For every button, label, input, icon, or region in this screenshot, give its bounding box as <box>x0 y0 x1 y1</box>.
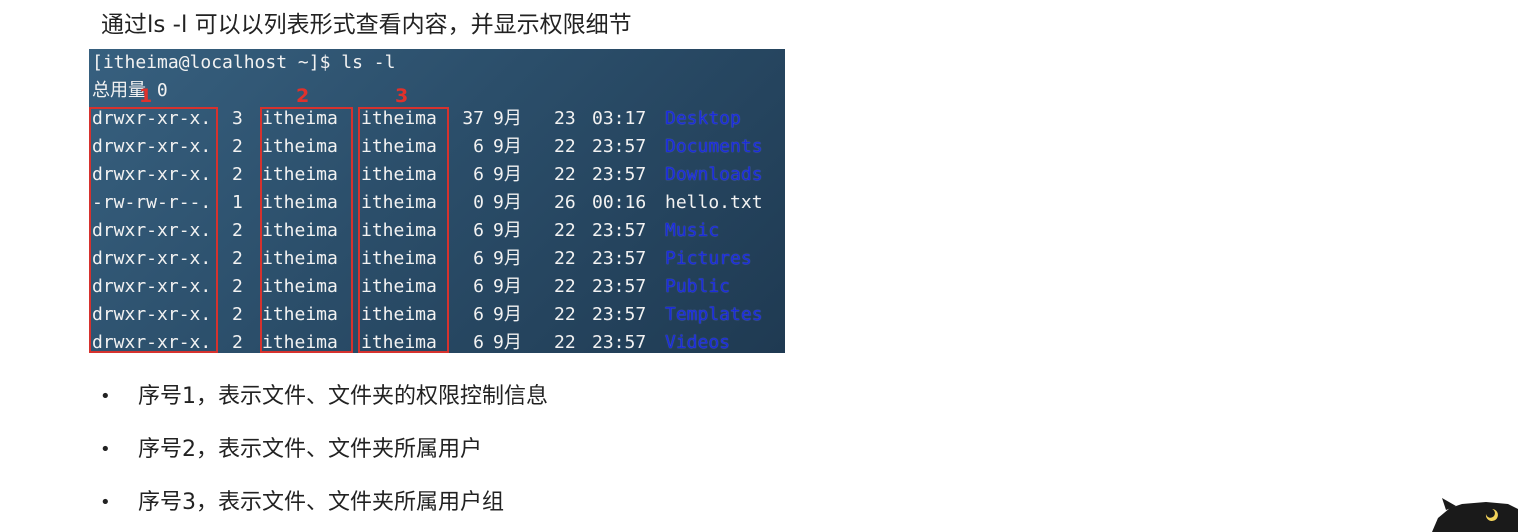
modified-time: 03:17 <box>592 108 647 129</box>
link-count: 2 <box>232 304 243 325</box>
modified-day: 22 <box>554 304 576 325</box>
terminal-screenshot: [itheima@localhost ~]$ ls -l 总用量 0 drwxr… <box>89 49 785 353</box>
marker-2: 2 <box>296 85 310 107</box>
highlight-box-user <box>260 107 353 353</box>
link-count: 2 <box>232 164 243 185</box>
modified-day: 22 <box>554 164 576 185</box>
mascot-icon <box>1432 498 1518 532</box>
modified-month: 9月 <box>493 164 522 185</box>
modified-time: 23:57 <box>592 164 647 185</box>
modified-time: 23:57 <box>592 304 647 325</box>
file-name: Desktop <box>665 108 741 129</box>
modified-time: 23:57 <box>592 332 647 353</box>
link-count: 2 <box>232 332 243 353</box>
file-size: 0 <box>473 192 484 213</box>
modified-day: 22 <box>554 332 576 353</box>
file-size: 6 <box>473 304 484 325</box>
file-size: 6 <box>473 332 484 353</box>
link-count: 2 <box>232 136 243 157</box>
file-size: 37 <box>462 108 484 129</box>
modified-month: 9月 <box>493 276 522 297</box>
modified-month: 9月 <box>493 248 522 269</box>
modified-time: 23:57 <box>592 276 647 297</box>
link-count: 2 <box>232 276 243 297</box>
file-size: 6 <box>473 136 484 157</box>
modified-month: 9月 <box>493 192 522 213</box>
file-name: Videos <box>665 332 731 353</box>
modified-day: 22 <box>554 276 576 297</box>
file-size: 6 <box>473 164 484 185</box>
link-count: 2 <box>232 248 243 269</box>
highlight-box-group <box>358 107 449 353</box>
modified-day: 23 <box>554 108 576 129</box>
total-usage: 总用量 0 <box>92 80 168 101</box>
modified-day: 22 <box>554 248 576 269</box>
link-count: 1 <box>232 192 243 213</box>
file-name: Public <box>665 276 731 297</box>
modified-day: 26 <box>554 192 576 213</box>
bullet-dot: • <box>100 492 111 513</box>
bullet-text: 序号3，表示文件、文件夹所属用户组 <box>138 490 504 515</box>
file-size: 6 <box>473 276 484 297</box>
page-heading: 通过ls -l 可以以列表形式查看内容，并显示权限细节 <box>101 12 632 38</box>
file-name: Downloads <box>665 164 763 185</box>
modified-day: 22 <box>554 136 576 157</box>
file-size: 6 <box>473 220 484 241</box>
modified-time: 23:57 <box>592 136 647 157</box>
file-name: Documents <box>665 136 763 157</box>
modified-month: 9月 <box>493 220 522 241</box>
bullet-dot: • <box>100 439 111 460</box>
modified-time: 23:57 <box>592 220 647 241</box>
marker-1: 1 <box>139 85 153 107</box>
modified-day: 22 <box>554 220 576 241</box>
modified-month: 9月 <box>493 332 522 353</box>
modified-month: 9月 <box>493 304 522 325</box>
bullet-text: 序号1，表示文件、文件夹的权限控制信息 <box>138 384 548 409</box>
modified-time: 00:16 <box>592 192 647 213</box>
link-count: 3 <box>232 108 243 129</box>
modified-time: 23:57 <box>592 248 647 269</box>
bullet-text: 序号2，表示文件、文件夹所属用户 <box>138 437 482 462</box>
file-name: Pictures <box>665 248 752 269</box>
marker-3: 3 <box>395 85 409 107</box>
modified-month: 9月 <box>493 108 522 129</box>
file-name: hello.txt <box>665 192 763 213</box>
shell-prompt: [itheima@localhost ~]$ ls -l <box>92 52 396 73</box>
file-name: Templates <box>665 304 763 325</box>
link-count: 2 <box>232 220 243 241</box>
highlight-box-permissions <box>89 107 218 353</box>
bullet-dot: • <box>100 386 111 407</box>
modified-month: 9月 <box>493 136 522 157</box>
file-size: 6 <box>473 248 484 269</box>
file-name: Music <box>665 220 720 241</box>
